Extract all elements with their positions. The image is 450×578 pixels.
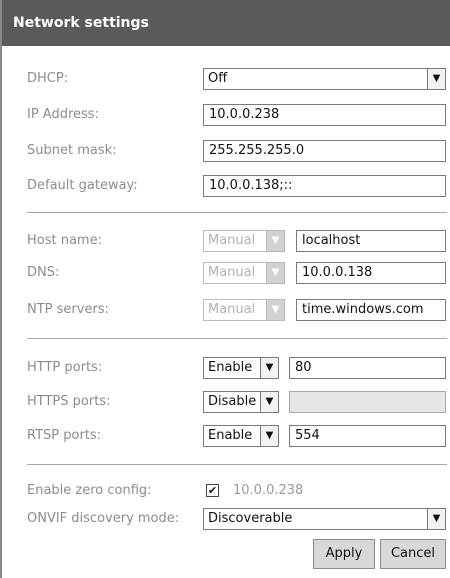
section-divider [27,338,447,339]
dns-mode-select: Manual ▼ [203,262,285,284]
ntp-mode-value: Manual [208,302,256,317]
http-ports-label: HTTP ports: [27,360,103,375]
cancel-button[interactable]: Cancel [380,539,446,569]
zero-config-checkbox[interactable]: ✔ [206,484,219,497]
https-ports-field [289,391,446,413]
dhcp-select[interactable]: Off ▼ [203,68,446,90]
http-ports-field[interactable]: 80 [289,357,446,379]
dhcp-select-value: Off [208,71,228,86]
http-mode-value: Enable [208,360,253,375]
chevron-down-icon: ▼ [266,300,284,320]
section-divider [27,212,447,213]
network-settings-panel: Network settings DHCP: Off ▼ IP Address:… [0,0,450,578]
chevron-down-icon[interactable]: ▼ [427,69,445,89]
ip-address-field[interactable]: 10.0.0.238 [203,104,446,126]
chevron-down-icon: ▼ [266,231,284,251]
zero-config-address: 10.0.0.238 [233,483,304,498]
rtsp-mode-select[interactable]: Enable ▼ [203,425,279,447]
rtsp-ports-field[interactable]: 554 [289,425,446,447]
ntp-servers-label: NTP servers: [27,302,109,317]
dns-field[interactable]: 10.0.0.138 [296,262,446,284]
default-gateway-field[interactable]: 10.0.0.138;:: [203,175,446,197]
dns-mode-value: Manual [208,265,256,280]
check-icon: ✔ [207,484,218,497]
rtsp-mode-value: Enable [208,428,253,443]
ip-address-label: IP Address: [27,107,99,122]
subnet-mask-label: Subnet mask: [27,143,117,158]
https-mode-value: Disable [208,394,257,409]
host-name-label: Host name: [27,233,102,248]
chevron-down-icon[interactable]: ▼ [260,426,278,446]
https-ports-label: HTTPS ports: [27,394,111,409]
zero-config-label: Enable zero config: [27,483,152,498]
onvif-discovery-select[interactable]: Discoverable ▼ [203,508,446,530]
chevron-down-icon[interactable]: ▼ [260,358,278,378]
host-name-mode-select: Manual ▼ [203,230,285,252]
onvif-discovery-value: Discoverable [208,511,293,526]
rtsp-ports-label: RTSP ports: [27,428,102,443]
dhcp-label: DHCP: [27,71,69,86]
chevron-down-icon: ▼ [266,263,284,283]
host-name-field[interactable]: localhost [296,230,446,252]
https-mode-select[interactable]: Disable ▼ [203,391,279,413]
dns-label: DNS: [27,265,60,280]
onvif-discovery-label: ONVIF discovery mode: [27,511,180,526]
default-gateway-label: Default gateway: [27,178,138,193]
host-name-mode-value: Manual [208,233,256,248]
ntp-mode-select: Manual ▼ [203,299,285,321]
section-divider [27,464,447,465]
chevron-down-icon[interactable]: ▼ [260,392,278,412]
subnet-mask-field[interactable]: 255.255.255.0 [203,140,446,162]
panel-title: Network settings [2,0,450,46]
chevron-down-icon[interactable]: ▼ [427,509,445,529]
http-mode-select[interactable]: Enable ▼ [203,357,279,379]
apply-button[interactable]: Apply [313,539,375,569]
ntp-servers-field[interactable]: time.windows.com [296,299,446,321]
